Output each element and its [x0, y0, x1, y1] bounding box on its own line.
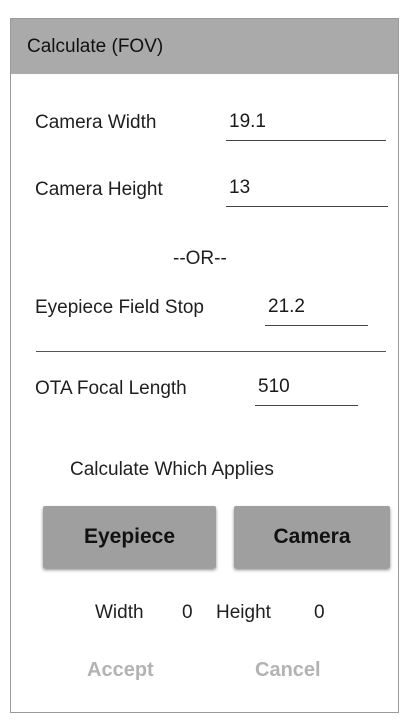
eyepiece-field-stop-label: Eyepiece Field Stop: [35, 297, 204, 318]
camera-width-label: Camera Width: [35, 112, 157, 133]
result-width-value: 0: [182, 602, 193, 623]
dialog-titlebar: Calculate (FOV): [11, 19, 398, 74]
dialog-title: Calculate (FOV): [27, 36, 164, 57]
camera-height-label: Camera Height: [35, 179, 163, 200]
calculate-prompt: Calculate Which Applies: [70, 459, 274, 480]
calculate-fov-dialog: Calculate (FOV) Camera Width 19.1 Camera…: [10, 18, 399, 713]
camera-width-input[interactable]: 19.1: [226, 111, 386, 141]
cancel-button[interactable]: Cancel: [255, 659, 321, 682]
ota-focal-length-label: OTA Focal Length: [35, 378, 187, 399]
section-divider: [36, 351, 386, 352]
ota-focal-length-input[interactable]: 510: [255, 376, 358, 406]
result-height-label: Height: [216, 602, 271, 623]
eyepiece-button[interactable]: Eyepiece: [43, 506, 216, 568]
eyepiece-field-stop-input[interactable]: 21.2: [265, 296, 368, 326]
result-height-value: 0: [314, 602, 325, 623]
result-width-label: Width: [95, 602, 144, 623]
camera-button[interactable]: Camera: [234, 506, 390, 568]
camera-height-input[interactable]: 13: [226, 177, 388, 207]
or-separator: --OR--: [173, 248, 227, 269]
accept-button[interactable]: Accept: [87, 659, 154, 682]
